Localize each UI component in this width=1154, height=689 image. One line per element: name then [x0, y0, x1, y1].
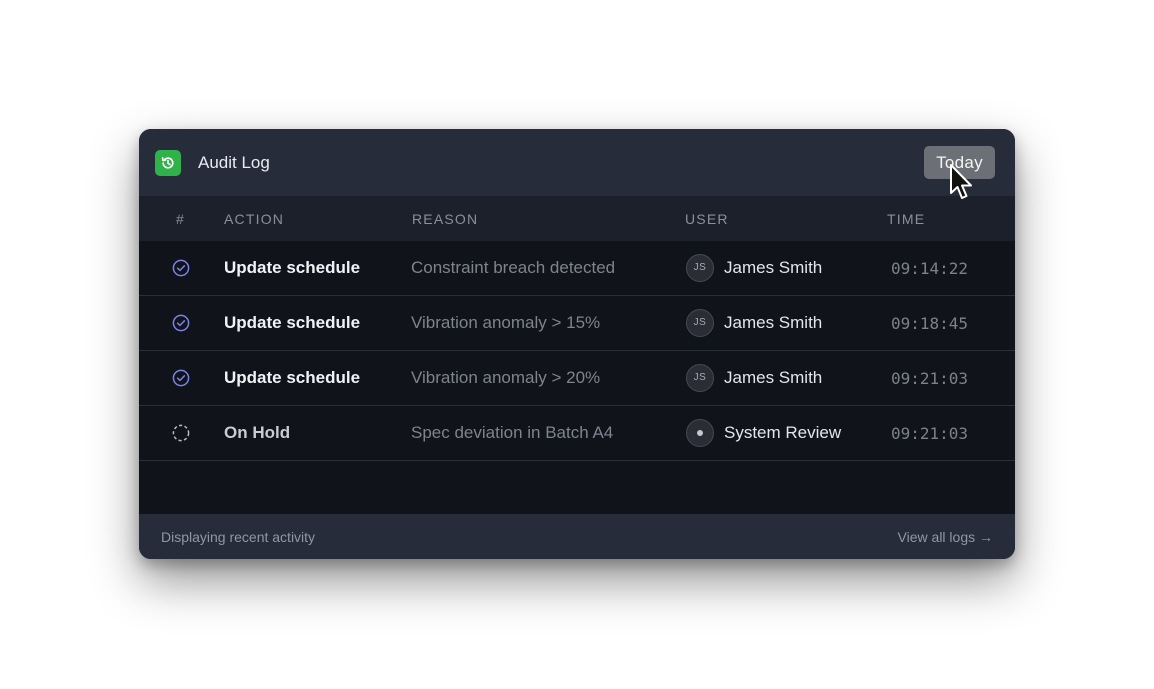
column-header-time[interactable]: TIME — [887, 211, 925, 227]
panel-header: Audit Log Today — [139, 129, 1015, 196]
page-title: Audit Log — [198, 153, 270, 172]
avatar: JS — [686, 364, 714, 392]
check-circle-icon — [172, 369, 190, 387]
table-row[interactable]: Update schedule Vibration anomaly > 15% … — [139, 296, 1015, 351]
row-time: 09:14:22 — [891, 259, 969, 278]
check-circle-icon — [172, 314, 190, 332]
page-stage: Audit Log Today # ACTION REASON USER TIM… — [0, 0, 1154, 689]
row-user: James Smith — [724, 258, 823, 277]
table-header: # ACTION REASON USER TIME — [139, 196, 1015, 241]
avatar: JS — [686, 254, 714, 282]
row-user: James Smith — [724, 313, 823, 332]
row-user: System Review — [724, 423, 842, 442]
table-row[interactable]: Update schedule Vibration anomaly > 20% … — [139, 351, 1015, 406]
row-user: James Smith — [724, 368, 823, 387]
system-avatar — [686, 419, 714, 447]
view-all-logs-link[interactable]: View all logs → — [898, 529, 993, 545]
row-action: Update schedule — [224, 258, 361, 277]
mouse-pointer-icon — [948, 163, 976, 203]
column-header-index: # — [176, 211, 185, 227]
footer-status-text: Displaying recent activity — [161, 529, 316, 545]
column-header-action[interactable]: ACTION — [224, 211, 284, 227]
check-circle-icon — [172, 259, 190, 277]
avatar: JS — [686, 309, 714, 337]
dot-icon — [697, 430, 703, 436]
row-time: 09:18:45 — [891, 314, 969, 333]
row-action: Update schedule — [224, 313, 361, 332]
row-reason: Vibration anomaly > 15% — [411, 313, 601, 332]
row-reason: Spec deviation in Batch A4 — [411, 423, 614, 442]
table-row[interactable]: On Hold Spec deviation in Batch A4 Syste… — [139, 406, 1015, 461]
row-reason: Vibration anomaly > 20% — [411, 368, 601, 387]
row-time: 09:21:03 — [891, 369, 969, 388]
row-action: Update schedule — [224, 368, 361, 387]
row-action: On Hold — [224, 423, 291, 442]
history-icon — [155, 150, 181, 176]
row-reason: Constraint breach detected — [411, 258, 616, 277]
column-header-user[interactable]: USER — [685, 211, 729, 227]
table-row[interactable]: Update schedule Constraint breach detect… — [139, 241, 1015, 296]
dashed-circle-icon — [172, 424, 190, 442]
row-time: 09:21:03 — [891, 424, 969, 443]
audit-log-panel: Audit Log Today # ACTION REASON USER TIM… — [139, 129, 1015, 559]
column-header-reason[interactable]: REASON — [412, 211, 478, 227]
panel-footer: Displaying recent activity View all logs… — [139, 514, 1015, 559]
